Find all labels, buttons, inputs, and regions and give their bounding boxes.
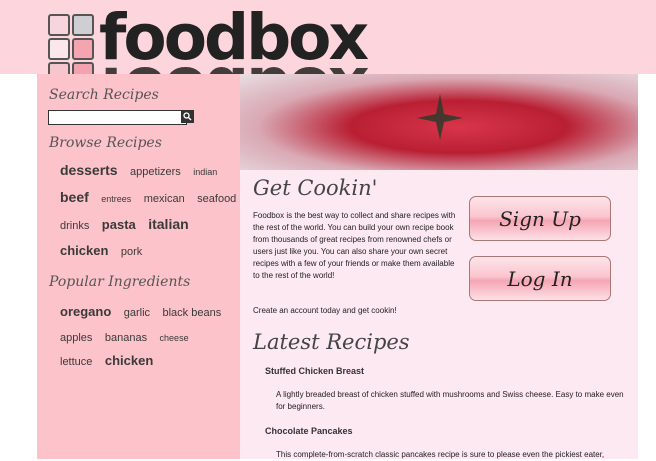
tag-black-beans[interactable]: black beans: [163, 307, 222, 319]
main-content: Get Cookin' Foodbox is the best way to c…: [240, 170, 638, 459]
basil-leaf-icon: [417, 94, 463, 140]
popular-heading: Popular Ingredients: [49, 274, 191, 290]
tag-pasta[interactable]: pasta: [102, 217, 136, 232]
sidebar: Search Recipes Browse Recipes desserts a…: [37, 74, 240, 459]
recipe-title[interactable]: Stuffed Chicken Breast: [265, 366, 364, 376]
tag-chicken-ingredient[interactable]: chicken: [105, 353, 153, 368]
tag-indian[interactable]: indian: [193, 167, 217, 177]
recipe-description: This complete-from-scratch classic panca…: [276, 450, 605, 459]
tag-apples[interactable]: apples: [60, 332, 92, 344]
search-icon: [183, 112, 192, 121]
tag-italian[interactable]: italian: [148, 216, 188, 232]
logo-mark: [48, 14, 100, 84]
site-header: foodbox foodbox: [0, 0, 656, 84]
tag-cheese[interactable]: cheese: [160, 333, 189, 343]
tag-drinks[interactable]: drinks: [60, 220, 89, 232]
tag-beef[interactable]: beef: [60, 189, 89, 205]
sign-up-button[interactable]: Sign Up: [469, 196, 611, 241]
page-title: Get Cookin': [253, 176, 378, 200]
search-button[interactable]: [181, 110, 194, 123]
tag-seafood[interactable]: seafood: [197, 193, 236, 205]
tag-garlic[interactable]: garlic: [124, 307, 150, 319]
tag-entrees[interactable]: entrees: [101, 194, 131, 204]
tag-desserts[interactable]: desserts: [60, 162, 118, 178]
tag-appetizers[interactable]: appetizers: [130, 166, 181, 178]
log-in-button[interactable]: Log In: [469, 256, 611, 301]
tag-oregano[interactable]: oregano: [60, 304, 111, 319]
recipe-title[interactable]: Chocolate Pancakes: [265, 426, 353, 436]
logo-reflection: foodbox: [99, 58, 399, 74]
tag-chicken[interactable]: chicken: [60, 243, 108, 258]
search-heading: Search Recipes: [49, 87, 159, 103]
tag-lettuce[interactable]: lettuce: [60, 356, 92, 368]
intro-text: Foodbox is the best way to collect and s…: [253, 211, 456, 280]
tag-pork[interactable]: pork: [121, 246, 142, 258]
latest-recipes-heading: Latest Recipes: [253, 330, 410, 354]
recipe-description: A lightly breaded breast of chicken stuf…: [276, 390, 624, 411]
tag-mexican[interactable]: mexican: [144, 193, 185, 205]
search-input[interactable]: [48, 110, 187, 125]
hero-food-image: [240, 74, 638, 170]
cta-text: Create an account today and get cookin!: [253, 306, 397, 315]
tag-bananas[interactable]: bananas: [105, 332, 147, 344]
page-margin: [638, 74, 656, 459]
browse-heading: Browse Recipes: [49, 135, 162, 151]
